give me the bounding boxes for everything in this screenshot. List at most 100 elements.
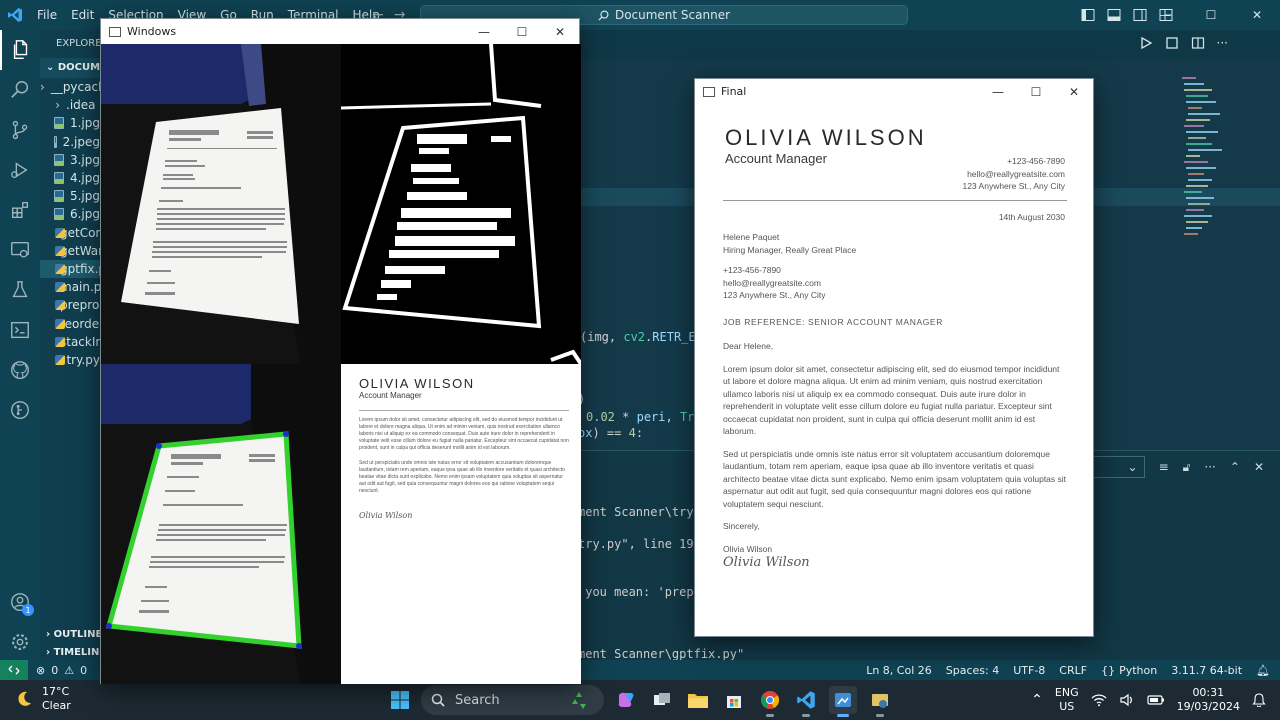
mini-letter-paragraph: Sed ut perspiciatis unde omnis iste natu…: [359, 460, 565, 494]
battery-icon[interactable]: [1146, 694, 1165, 706]
file-item[interactable]: stackImages.py: [40, 333, 100, 351]
indentation[interactable]: Spaces: 4: [946, 664, 999, 677]
file-item[interactable]: 1.jpg: [40, 114, 100, 132]
remote-indicator[interactable]: [0, 660, 28, 680]
file-label: stackImages.py: [60, 334, 100, 349]
terminal-icon[interactable]: [0, 310, 40, 350]
file-item[interactable]: › .idea: [40, 96, 100, 114]
source-control-icon[interactable]: [0, 110, 40, 150]
contact-address: 123 Anywhere St., Any City: [962, 181, 1065, 191]
close-button[interactable]: ✕: [541, 19, 579, 44]
python-app-icon[interactable]: [829, 686, 857, 717]
code-token: peri: [636, 410, 666, 424]
minimize-button[interactable]: —: [465, 19, 503, 44]
file-item-selected[interactable]: gptfix.py: [40, 259, 100, 279]
clock-date: 19/03/2024: [1176, 700, 1240, 713]
search-activity-icon[interactable]: [0, 70, 40, 110]
file-item[interactable]: getWarp.py: [40, 242, 100, 260]
more-actions-icon[interactable]: ···: [1204, 460, 1215, 474]
cursor-position[interactable]: Ln 8, Col 26: [866, 664, 932, 677]
menu-file[interactable]: File: [30, 8, 64, 22]
encoding[interactable]: UTF-8: [1013, 664, 1045, 677]
lock-scroll-icon[interactable]: 🔓︎: [1183, 460, 1191, 475]
remote-explorer-icon[interactable]: [0, 230, 40, 270]
file-label: preprocessing.py: [60, 298, 100, 313]
python-interpreter[interactable]: 3.11.7 64-bit: [1171, 664, 1242, 677]
toggle-primary-sidebar-icon[interactable]: [1080, 7, 1096, 23]
file-label: try.py: [66, 352, 100, 367]
settings-gear-icon[interactable]: [0, 622, 40, 662]
weather-widget[interactable]: 17°C Clear: [14, 685, 71, 713]
close-button[interactable]: ✕: [1055, 79, 1093, 104]
minimap[interactable]: [1182, 74, 1242, 254]
notifications-bell-icon[interactable]: 🔔︎: [1256, 664, 1270, 677]
file-item[interactable]: main.py: [40, 278, 100, 296]
file-item[interactable]: 4.jpg: [40, 169, 100, 187]
taskbar-search[interactable]: Search: [421, 685, 604, 715]
task-view-icon[interactable]: [648, 686, 676, 714]
outline-section[interactable]: › OUTLINE: [40, 626, 100, 644]
file-item[interactable]: try.py: [40, 351, 100, 369]
vscode-taskbar-icon[interactable]: [792, 686, 820, 717]
notification-center-icon[interactable]: [1252, 693, 1266, 707]
line-endings[interactable]: CRLF: [1059, 664, 1087, 677]
image-file-icon: [54, 135, 57, 148]
workspace-folder[interactable]: ⌄ DOCUMENT SCANNER: [40, 58, 100, 78]
close-button[interactable]: ✕: [1234, 0, 1280, 30]
file-explorer-icon[interactable]: [684, 686, 712, 714]
clock[interactable]: 00:31 19/03/2024: [1177, 686, 1240, 714]
image-file-icon: [54, 117, 64, 130]
file-item[interactable]: 3.jpg: [40, 151, 100, 169]
image-file-icon: [54, 190, 64, 203]
split-editor-icon[interactable]: [1191, 36, 1205, 50]
file-item[interactable]: reorder.py: [40, 314, 100, 332]
open-changes-icon[interactable]: [1165, 36, 1179, 50]
testing-icon[interactable]: [0, 270, 40, 310]
toggle-panel-icon[interactable]: [1106, 7, 1122, 23]
window-titlebar[interactable]: Windows — ☐ ✕: [101, 19, 579, 44]
file-item[interactable]: ›__pycache__: [40, 78, 100, 96]
minimize-button[interactable]: —: [1142, 0, 1188, 30]
keyboard-layout: US: [1059, 700, 1075, 713]
code-line[interactable]: (img, cv2.RETR_EXT: [580, 330, 710, 344]
wifi-icon[interactable]: [1091, 693, 1107, 707]
copilot-icon[interactable]: [612, 686, 640, 714]
explorer-icon[interactable]: [0, 30, 40, 70]
python-idle-icon[interactable]: [866, 686, 894, 717]
problems-indicator[interactable]: ⊗ 0 ⚠ 0: [28, 664, 87, 677]
workspace-folder-label: DOCUMENT SCANNER: [57, 62, 100, 73]
file-item[interactable]: getContours.py: [40, 224, 100, 242]
file-item[interactable]: 5.jpg: [40, 187, 100, 205]
code-line[interactable]: 0.02 * peri, True: [586, 410, 709, 424]
accounts-icon[interactable]: 1: [0, 582, 40, 622]
code-token: ,: [665, 410, 680, 424]
more-actions-icon[interactable]: ···: [1217, 36, 1228, 50]
store-icon[interactable]: [720, 686, 748, 714]
clear-terminal-icon[interactable]: ≡: [1159, 460, 1169, 474]
volume-icon[interactable]: [1119, 693, 1135, 707]
minimize-button[interactable]: —: [979, 79, 1017, 104]
github-icon[interactable]: [0, 350, 40, 390]
run-debug-icon[interactable]: [0, 150, 40, 190]
maximize-button[interactable]: ☐: [1017, 79, 1055, 104]
gitlens-icon[interactable]: [0, 390, 40, 430]
code-line[interactable]: ox) == 4:: [578, 426, 643, 440]
chrome-icon[interactable]: [756, 686, 784, 717]
extensions-icon[interactable]: [0, 190, 40, 230]
maximize-button[interactable]: ☐: [1188, 0, 1234, 30]
timeline-section[interactable]: › TIMELINE: [40, 644, 100, 660]
file-item[interactable]: preprocessing.py: [40, 296, 100, 314]
run-file-icon[interactable]: [1139, 36, 1153, 50]
maximize-panel-icon[interactable]: ⌃: [1230, 460, 1240, 474]
maximize-button[interactable]: ☐: [503, 19, 541, 44]
show-hidden-icons-icon[interactable]: ⌃: [1031, 692, 1043, 708]
file-item[interactable]: 6.jpg: [40, 205, 100, 223]
close-panel-icon[interactable]: ✕: [1254, 460, 1264, 474]
start-button[interactable]: [386, 686, 414, 714]
input-language[interactable]: ENG US: [1055, 686, 1079, 714]
menu-edit[interactable]: Edit: [64, 8, 101, 22]
file-label: 6.jpg: [69, 207, 100, 222]
language-mode[interactable]: {} Python: [1101, 664, 1157, 677]
window-titlebar[interactable]: Final — ☐ ✕: [695, 79, 1093, 104]
file-item[interactable]: 2.jpeg: [40, 133, 100, 151]
